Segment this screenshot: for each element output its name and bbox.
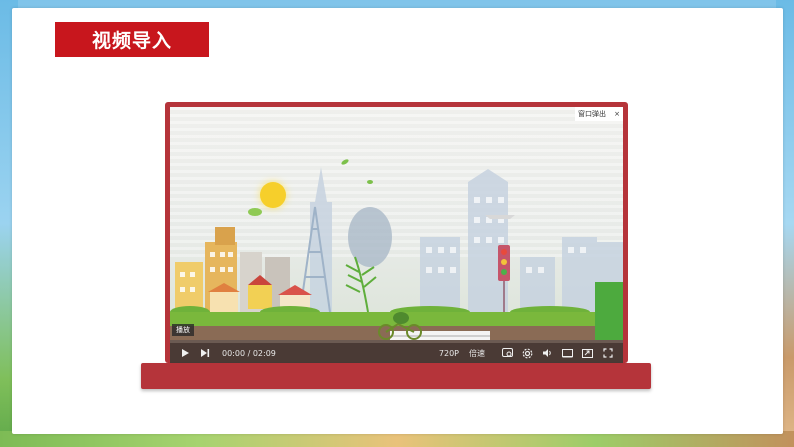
player-controls: 00:00 / 02:09 720P 倍速 bbox=[170, 343, 623, 363]
video-scene-skyline bbox=[170, 159, 623, 325]
speed-button[interactable]: 倍速 bbox=[469, 348, 485, 359]
popout-window-button[interactable]: 窗口弹出 × bbox=[575, 107, 623, 121]
play-icon[interactable] bbox=[174, 343, 196, 363]
video-player[interactable]: 窗口弹出 × 播放 00:00 / 02:09 720P 倍速 bbox=[170, 107, 623, 363]
slide-title: 视频导入 bbox=[55, 22, 209, 57]
monitor-base bbox=[141, 363, 651, 389]
time-current: 00:00 bbox=[222, 348, 246, 358]
video-cyclist bbox=[378, 312, 422, 340]
theater-mode-icon[interactable] bbox=[557, 343, 577, 363]
video-green-bus bbox=[595, 282, 623, 340]
settings-icon[interactable] bbox=[517, 343, 537, 363]
danmaku-icon[interactable] bbox=[497, 343, 517, 363]
time-separator: / bbox=[245, 348, 253, 358]
picture-in-picture-icon[interactable] bbox=[577, 343, 597, 363]
close-icon[interactable]: × bbox=[614, 110, 620, 118]
popout-label: 窗口弹出 bbox=[578, 110, 606, 118]
video-sun bbox=[260, 182, 286, 208]
quality-button[interactable]: 720P bbox=[439, 349, 459, 358]
time-display: 00:00 / 02:09 bbox=[222, 349, 276, 358]
next-icon[interactable] bbox=[196, 343, 214, 363]
play-tooltip: 播放 bbox=[172, 324, 194, 336]
time-total: 02:09 bbox=[252, 348, 276, 358]
volume-icon[interactable] bbox=[537, 343, 557, 363]
fullscreen-icon[interactable] bbox=[597, 343, 619, 363]
